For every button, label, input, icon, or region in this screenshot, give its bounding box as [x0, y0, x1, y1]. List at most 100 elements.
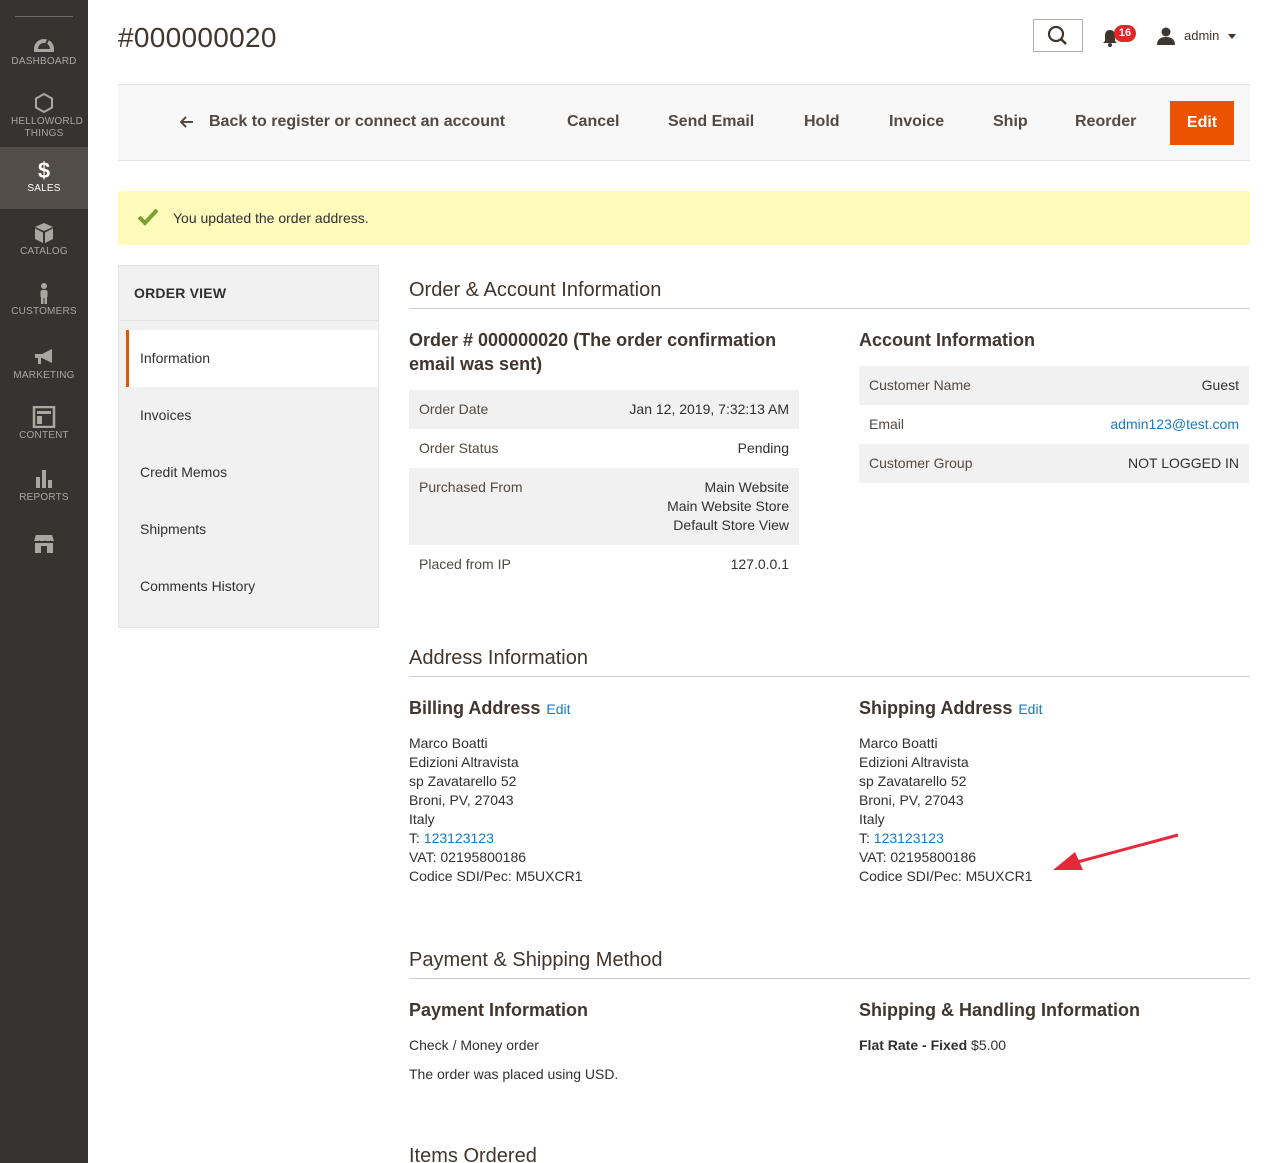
table-row: Placed from IP 127.0.0.1 [409, 545, 799, 584]
invoice-button[interactable]: Invoice [889, 113, 944, 131]
tab-comments-history[interactable]: Comments History [126, 558, 378, 615]
shipping-phone-prefix: T: [859, 830, 874, 846]
box-icon [35, 223, 53, 243]
shipping-address-heading: Shipping Address Edit [859, 696, 1042, 721]
sidebar-item-label: Marketing [13, 370, 75, 381]
edit-shipping-address-link[interactable]: Edit [1018, 701, 1042, 717]
sidebar-item-stores[interactable] [0, 533, 88, 555]
success-message-text: You updated the order address. [173, 210, 369, 226]
shipping-name: Marco Boatti [859, 735, 938, 751]
sidebar-item-label: Catalog [20, 246, 68, 257]
layout-icon [32, 406, 56, 428]
notifications-count-badge: 16 [1114, 25, 1136, 42]
sidebar-item-marketing[interactable]: Marketing [0, 346, 88, 382]
edit-button[interactable]: Edit [1170, 101, 1234, 145]
shipping-address-title: Shipping Address [859, 698, 1013, 718]
placed-from-ip-value: 127.0.0.1 [730, 556, 789, 572]
dollar-icon: $ [38, 159, 50, 181]
shipping-company: Edizioni Altravista [859, 754, 969, 770]
shipping-address: Marco Boatti Edizioni Altravista sp Zava… [859, 734, 1033, 886]
section-title-items-ordered: Items Ordered [409, 1145, 537, 1163]
tab-credit-memos[interactable]: Credit Memos [126, 444, 378, 501]
tabs-title: ORDER VIEW [134, 285, 227, 301]
billing-street: sp Zavatarello 52 [409, 773, 517, 789]
billing-city: Broni, PV, 27043 [409, 792, 514, 808]
sidebar-item-helloworld-things[interactable]: Helloworld Things [0, 92, 88, 140]
section-divider [409, 308, 1250, 309]
sidebar-item-label: Reports [19, 492, 69, 503]
shipping-phone-link[interactable]: 123123123 [874, 830, 944, 846]
sidebar-item-content[interactable]: Content [0, 406, 88, 442]
billing-vat: VAT: 02195800186 [409, 849, 527, 865]
sidebar-item-label: Helloworld Things [11, 116, 84, 139]
back-button[interactable]: Back to register or connect an account [209, 113, 505, 131]
success-message: You updated the order address. [118, 191, 1250, 245]
ship-button[interactable]: Ship [993, 113, 1028, 131]
billing-name: Marco Boatti [409, 735, 488, 751]
payment-method: Check / Money order [409, 1037, 539, 1053]
section-title-address: Address Information [409, 647, 588, 669]
order-status-label: Order Status [419, 440, 499, 456]
shipping-vat: VAT: 02195800186 [859, 849, 977, 865]
sidebar-item-label: Content [19, 430, 69, 441]
purchased-from-value: Main Website Main Website Store Default … [667, 478, 789, 535]
store-name: Main Website Store [667, 498, 789, 514]
arrow-left-icon [180, 116, 193, 128]
table-row: Order Date Jan 12, 2019, 7:32:13 AM [409, 390, 799, 429]
sidebar-item-label: Customers [11, 306, 77, 317]
customer-group-label: Customer Group [869, 455, 973, 471]
tab-information[interactable]: Information [126, 330, 378, 387]
shipping-sdi: Codice SDI/Pec: M5UXCR1 [859, 868, 1033, 884]
payment-currency-note: The order was placed using USD. [409, 1066, 619, 1082]
hold-button[interactable]: Hold [804, 113, 840, 131]
order-date-value: Jan 12, 2019, 7:32:13 AM [629, 401, 789, 417]
tab-invoices[interactable]: Invoices [126, 387, 378, 444]
billing-country: Italy [409, 811, 435, 827]
billing-company: Edizioni Altravista [409, 754, 519, 770]
hexagon-icon [35, 92, 53, 114]
website-name: Main Website [704, 479, 789, 495]
store-icon [33, 535, 55, 553]
send-email-button[interactable]: Send Email [668, 113, 754, 131]
section-divider [409, 978, 1250, 979]
megaphone-icon [35, 349, 52, 364]
admin-sidebar: Dashboard Helloworld Things $ Sales Cata… [0, 0, 88, 1163]
chevron-down-icon[interactable] [1228, 34, 1236, 39]
placed-from-ip-label: Placed from IP [419, 556, 511, 572]
sidebar-item-customers[interactable]: Customers [0, 282, 88, 318]
global-search-button[interactable] [1033, 19, 1083, 52]
svg-text:$: $ [38, 159, 50, 181]
shipping-street: sp Zavatarello 52 [859, 773, 967, 789]
tab-shipments[interactable]: Shipments [126, 501, 378, 558]
reorder-button[interactable]: Reorder [1075, 113, 1136, 131]
sidebar-item-label: Sales [27, 183, 61, 194]
shipping-method-name: Flat Rate - Fixed [859, 1037, 968, 1053]
admin-user-menu[interactable]: admin [1184, 28, 1219, 43]
sidebar-item-catalog[interactable]: Catalog [0, 222, 88, 258]
email-label: Email [869, 416, 905, 432]
shipping-country: Italy [859, 811, 885, 827]
billing-phone-link[interactable]: 123123123 [424, 830, 494, 846]
cancel-button[interactable]: Cancel [567, 113, 619, 131]
bar-chart-icon [36, 470, 52, 488]
shipping-city: Broni, PV, 27043 [859, 792, 964, 808]
search-icon [1047, 25, 1067, 45]
billing-address-title: Billing Address [409, 698, 541, 718]
table-row: Customer Group NOT LOGGED IN [859, 444, 1249, 483]
checkmark-icon [138, 208, 158, 226]
sidebar-item-reports[interactable]: Reports [0, 468, 88, 504]
store-view-name: Default Store View [673, 517, 789, 533]
email-link[interactable]: admin123@test.com [1110, 415, 1239, 434]
page-actions-toolbar: Back to register or connect an account C… [118, 84, 1250, 161]
sidebar-item-sales[interactable]: $ Sales [0, 147, 88, 209]
user-icon[interactable] [1156, 26, 1176, 46]
dashboard-icon [34, 39, 54, 52]
shipping-price: $5.00 [971, 1037, 1007, 1053]
shipping-phone: T: 123123123 [859, 829, 1033, 848]
sidebar-item-dashboard[interactable]: Dashboard [0, 32, 88, 68]
shipping-method: Flat Rate - Fixed $5.00 [859, 1037, 1006, 1053]
edit-billing-address-link[interactable]: Edit [546, 701, 570, 717]
section-divider [409, 676, 1250, 677]
customer-name-value: Guest [1201, 377, 1239, 393]
billing-phone: T: 123123123 [409, 829, 583, 848]
